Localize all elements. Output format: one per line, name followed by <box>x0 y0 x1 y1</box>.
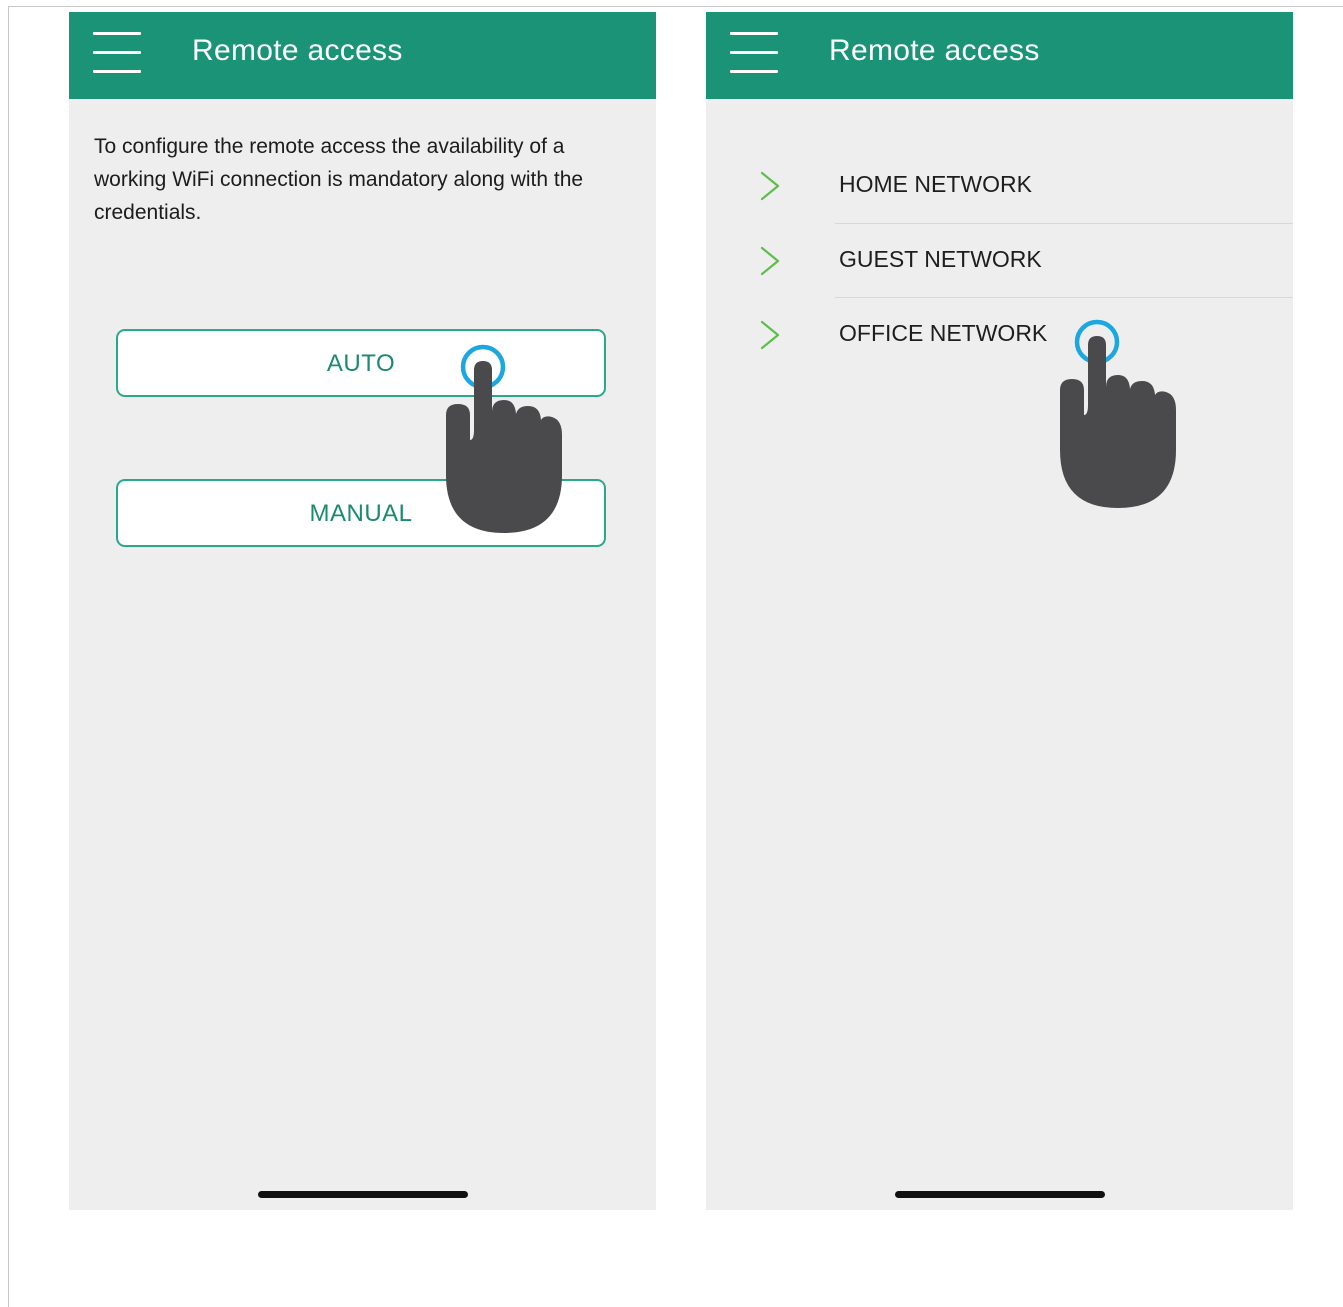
network-item-office[interactable]: OFFICE NETWORK <box>706 298 1293 373</box>
network-item-home[interactable]: HOME NETWORK <box>706 149 1293 224</box>
home-indicator <box>258 1191 468 1198</box>
network-item-label: HOME NETWORK <box>839 171 1032 197</box>
network-item-label: OFFICE NETWORK <box>839 320 1048 346</box>
chevron-right-icon <box>760 171 780 201</box>
remote-access-mode-screen: Remote access To configure the remote ac… <box>69 12 656 1210</box>
page-title: Remote access <box>829 34 1040 67</box>
app-bar: Remote access <box>69 12 656 99</box>
network-list: HOME NETWORK GUEST NETWORK OFFICE NETWOR… <box>706 149 1293 373</box>
network-item-label: GUEST NETWORK <box>839 245 1042 272</box>
home-indicator <box>895 1191 1105 1198</box>
manual-button[interactable]: MANUAL <box>116 479 606 547</box>
chevron-right-icon <box>760 320 780 350</box>
hamburger-menu-icon[interactable] <box>93 32 143 76</box>
info-text: To configure the remote access the avail… <box>94 135 584 224</box>
network-select-screen: Remote access HOME NETWORK GUEST NETWORK… <box>706 12 1293 1210</box>
app-bar: Remote access <box>706 12 1293 99</box>
hamburger-menu-icon[interactable] <box>730 32 780 76</box>
page-title: Remote access <box>192 34 403 67</box>
network-item-guest[interactable]: GUEST NETWORK <box>706 224 1293 298</box>
auto-button[interactable]: AUTO <box>116 329 606 397</box>
chevron-right-icon <box>760 246 780 275</box>
